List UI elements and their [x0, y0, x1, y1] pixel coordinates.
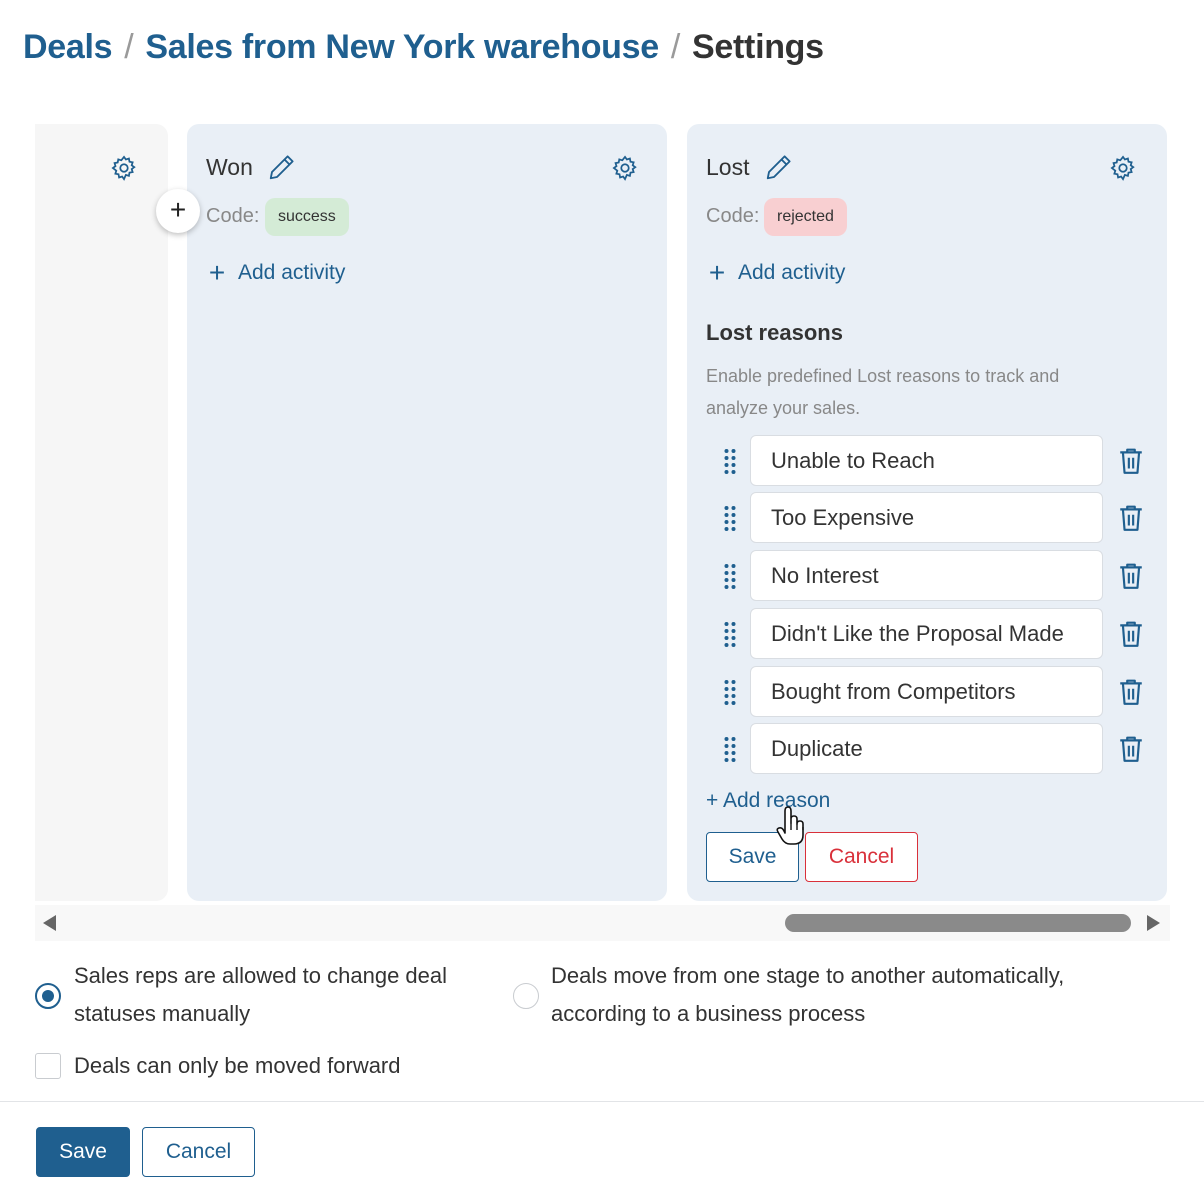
option-manual-label: Sales reps are allowed to change deal st… — [74, 963, 448, 1026]
trash-icon[interactable] — [1118, 678, 1144, 706]
reason-input[interactable]: Didn't Like the Proposal Made — [750, 608, 1103, 659]
reason-row: Duplicate — [687, 723, 1167, 775]
trash-icon[interactable] — [1118, 562, 1144, 590]
trash-icon[interactable] — [1118, 620, 1144, 648]
lost-reasons-title: Lost reasons — [706, 320, 843, 345]
trash-icon[interactable] — [1118, 735, 1144, 763]
reason-row: Too Expensive — [687, 492, 1167, 544]
breadcrumb-pipeline[interactable]: Sales from New York warehouse — [145, 28, 659, 66]
radio-automatic-status-change[interactable] — [513, 983, 539, 1009]
hand-cursor-icon — [775, 803, 805, 847]
stage-board: Won Code: success + Add activity Lost Co… — [35, 124, 1170, 901]
save-button[interactable]: Save — [36, 1127, 130, 1177]
trash-icon[interactable] — [1118, 447, 1144, 475]
cancel-button[interactable]: Cancel — [142, 1127, 255, 1177]
reason-input[interactable]: Bought from Competitors — [750, 666, 1103, 717]
trash-icon[interactable] — [1118, 504, 1144, 532]
gear-icon[interactable] — [110, 154, 138, 182]
breadcrumb-deals[interactable]: Deals — [23, 28, 113, 66]
scrollbar-thumb[interactable] — [785, 914, 1131, 932]
reason-input[interactable]: Duplicate — [750, 723, 1103, 774]
pencil-icon[interactable] — [267, 152, 297, 182]
pencil-icon[interactable] — [764, 152, 794, 182]
code-badge-rejected: rejected — [764, 198, 847, 236]
stage-column-won: Won Code: success + Add activity — [187, 124, 667, 901]
reason-input[interactable]: Unable to Reach — [750, 435, 1103, 486]
stage-column-previous — [35, 124, 168, 901]
add-activity-button[interactable]: + Add activity — [706, 257, 846, 288]
reason-row: No Interest — [687, 550, 1167, 602]
add-activity-label: Add activity — [738, 261, 846, 284]
add-stage-button[interactable]: + — [156, 189, 200, 233]
add-activity-label: Add activity — [238, 261, 346, 284]
radio-manual-status-change[interactable] — [35, 983, 61, 1009]
stage-title: Won — [206, 154, 253, 180]
stage-title: Lost — [706, 154, 750, 180]
breadcrumb: Deals / Sales from New York warehouse / Sett… — [23, 28, 824, 67]
drag-handle-icon[interactable] — [723, 736, 737, 762]
drag-handle-icon[interactable] — [723, 505, 737, 531]
reason-row: Didn't Like the Proposal Made — [687, 608, 1167, 660]
scroll-right-arrow-icon[interactable] — [1147, 915, 1160, 931]
scroll-left-arrow-icon[interactable] — [43, 915, 56, 931]
lost-reasons-cancel-button[interactable]: Cancel — [805, 832, 918, 882]
drag-handle-icon[interactable] — [723, 679, 737, 705]
plus-icon: + — [708, 257, 726, 288]
reason-row: Bought from Competitors — [687, 666, 1167, 718]
horizontal-scrollbar[interactable] — [35, 905, 1170, 941]
plus-icon: + — [208, 257, 226, 288]
code-label: Code: — [706, 205, 760, 227]
code-badge-success: success — [265, 198, 349, 236]
gear-icon[interactable] — [611, 154, 639, 182]
stage-column-lost: Lost Code: rejected + Add activity Lost … — [687, 124, 1167, 901]
lost-reasons-description: Enable predefined Lost reasons to track … — [706, 366, 1060, 418]
gear-icon[interactable] — [1109, 154, 1137, 182]
code-label: Code: — [206, 205, 260, 227]
forward-only-label: Deals can only be moved forward — [74, 1053, 401, 1078]
reason-input[interactable]: No Interest — [750, 550, 1103, 601]
option-automatic-label: Deals move from one stage to another aut… — [551, 963, 1065, 1026]
checkbox-forward-only[interactable] — [35, 1053, 61, 1079]
breadcrumb-separator: / — [670, 28, 681, 66]
add-activity-button[interactable]: + Add activity — [206, 257, 346, 288]
reason-input[interactable]: Too Expensive — [750, 492, 1103, 543]
reason-row: Unable to Reach — [687, 435, 1167, 487]
drag-handle-icon[interactable] — [723, 448, 737, 474]
footer-divider — [0, 1101, 1204, 1102]
page-title: Settings — [692, 28, 824, 66]
drag-handle-icon[interactable] — [723, 563, 737, 589]
add-reason-link[interactable]: + Add reason — [706, 789, 830, 813]
drag-handle-icon[interactable] — [723, 621, 737, 647]
breadcrumb-separator: / — [124, 28, 134, 66]
